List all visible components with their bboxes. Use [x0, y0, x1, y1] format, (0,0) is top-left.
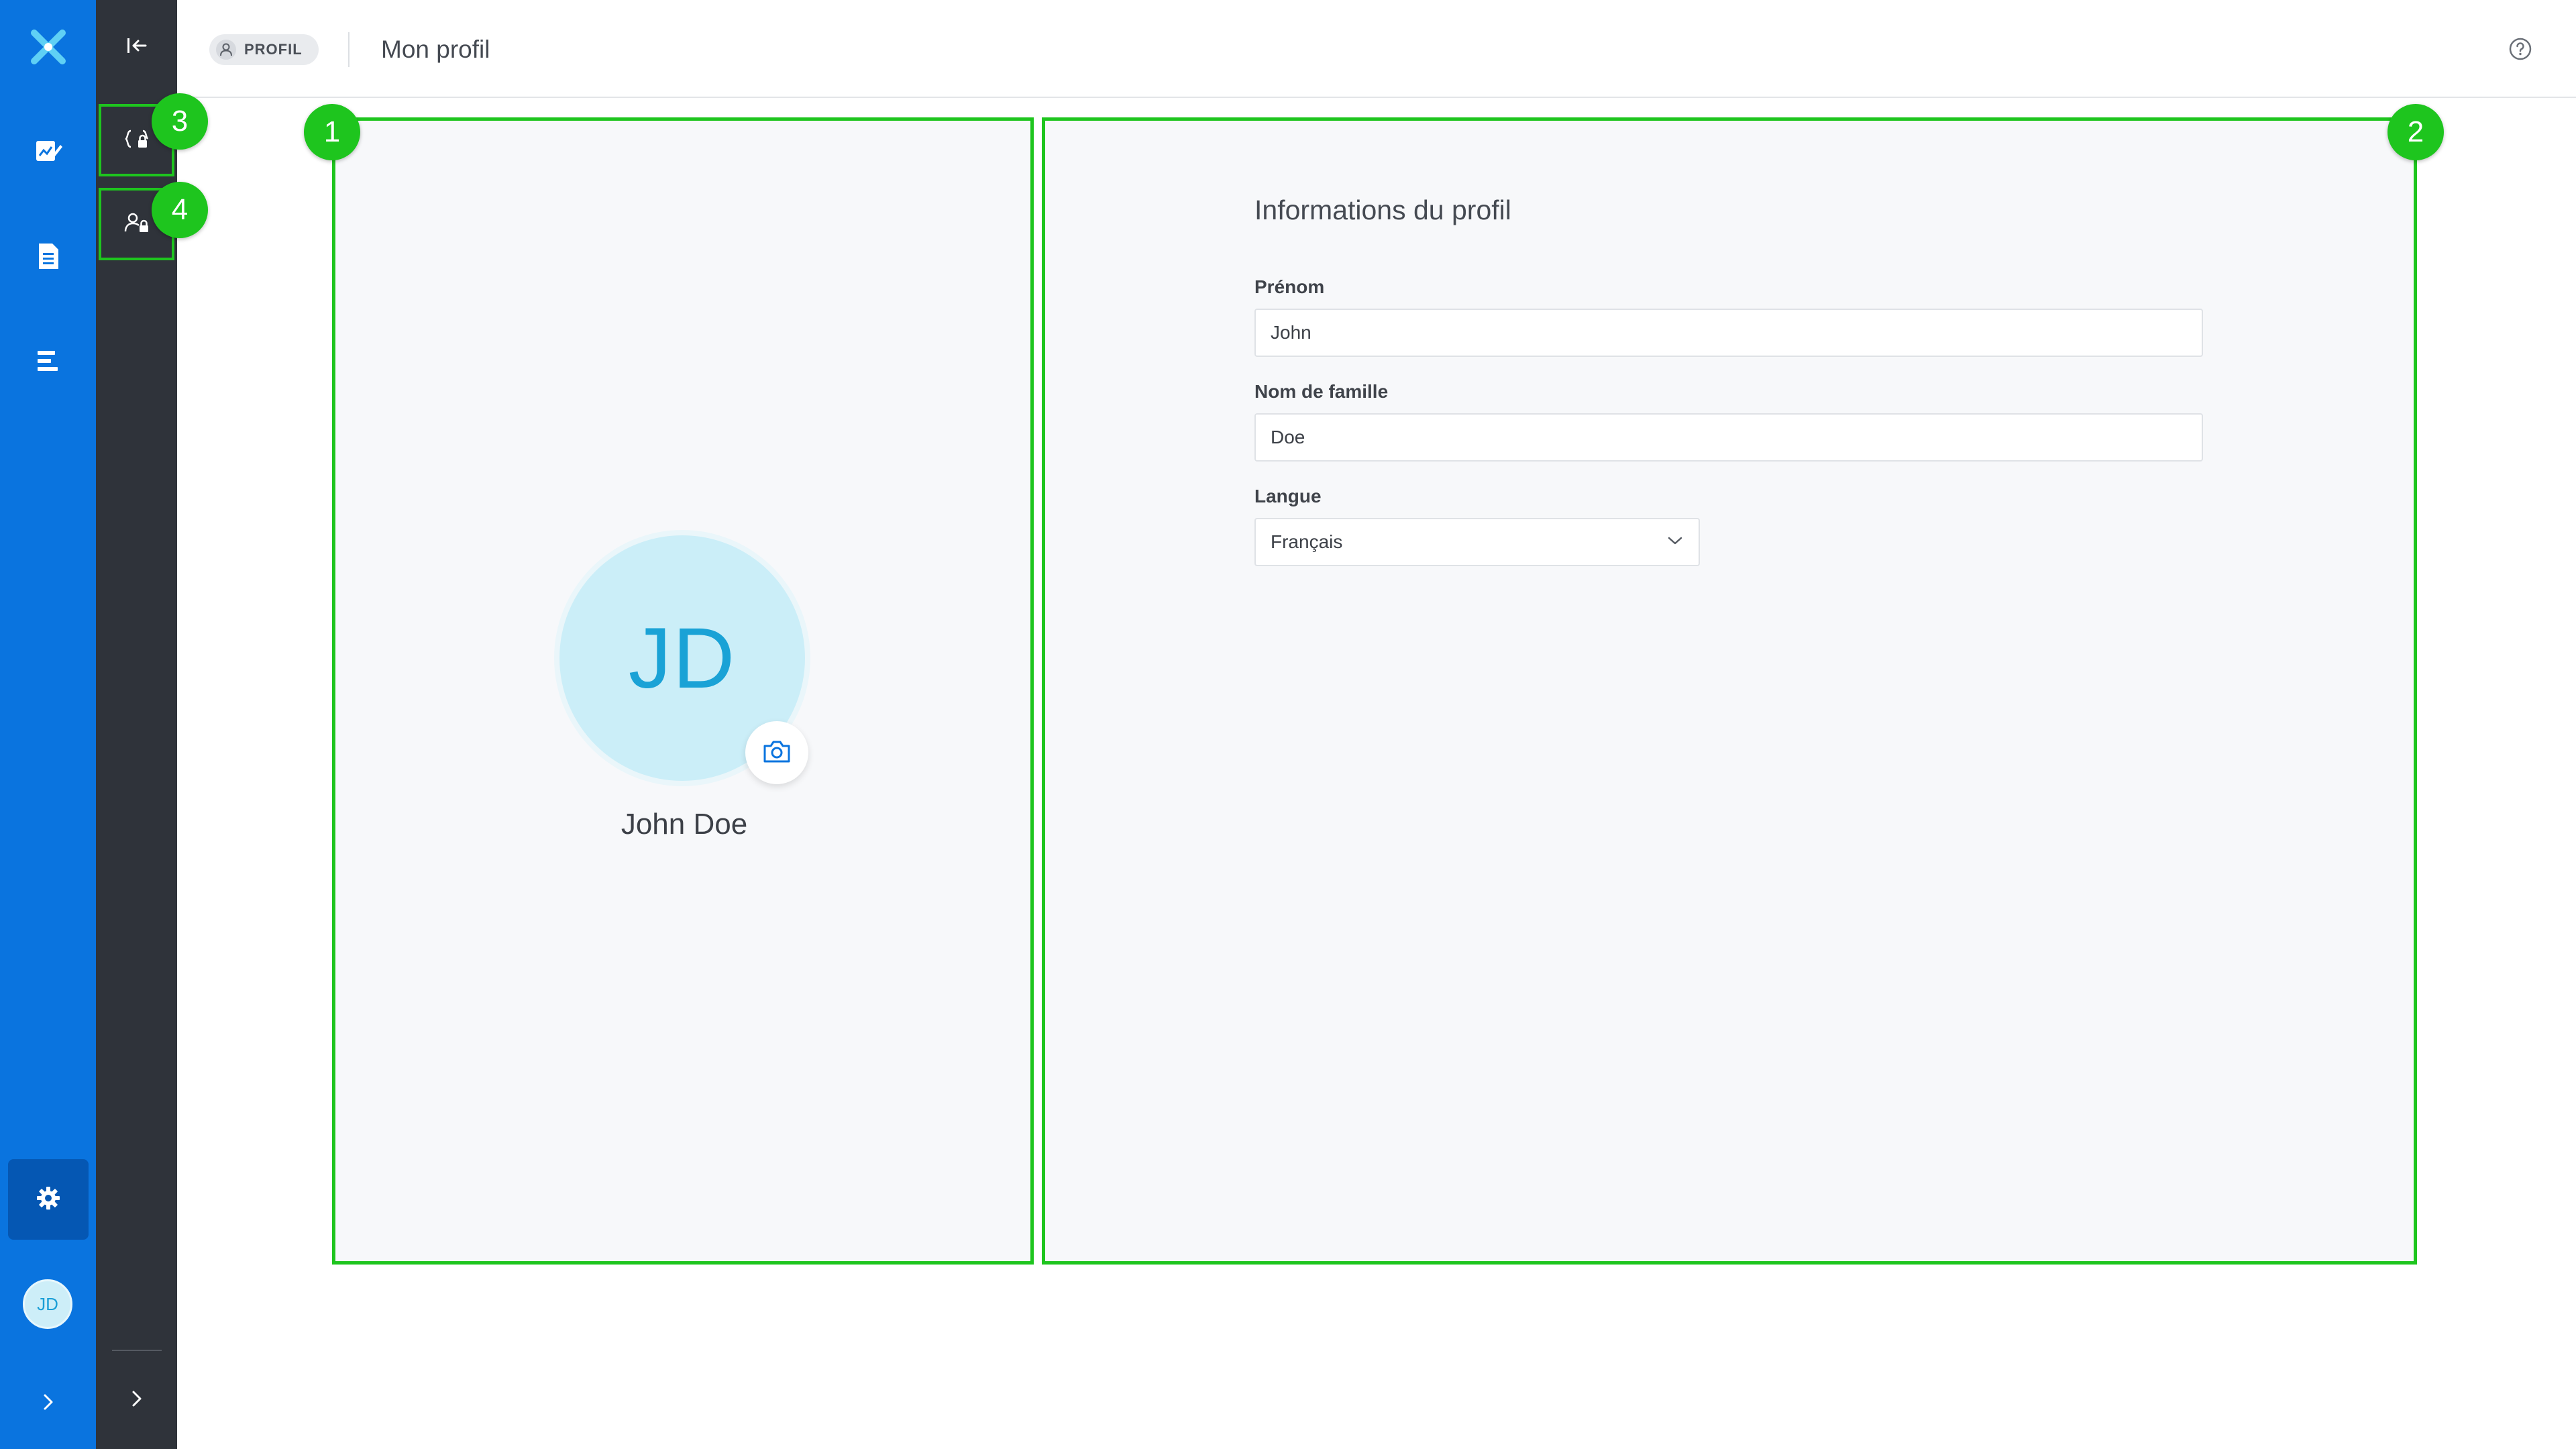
profile-info-panel	[1042, 117, 2417, 1265]
primary-sidebar: JD	[0, 0, 96, 1449]
callout-badge-1: 1	[304, 104, 360, 160]
last-name-label: Nom de famille	[1254, 381, 1389, 402]
form-title: Informations du profil	[1254, 195, 1511, 225]
help-circle-icon[interactable]	[2507, 36, 2534, 62]
collapse-sidebar-button[interactable]	[99, 11, 174, 83]
chevron-right-icon	[40, 1392, 56, 1412]
rail-item-edit-chart[interactable]	[0, 111, 96, 191]
top-bar: PROFIL Mon profil	[177, 0, 2576, 98]
header-divider	[348, 32, 350, 67]
chevron-right-icon	[129, 1389, 145, 1412]
callout-badge-3: 3	[152, 93, 208, 150]
subrail-divider	[112, 1350, 162, 1351]
language-select-value: Français	[1271, 531, 1343, 552]
breadcrumb[interactable]: PROFIL	[209, 34, 319, 65]
code-lock-icon	[124, 128, 149, 153]
collapse-left-icon	[125, 36, 148, 59]
user-icon	[216, 40, 236, 60]
subrail-expand-button[interactable]	[99, 1364, 174, 1436]
user-avatar[interactable]: JD	[23, 1279, 72, 1329]
callout-badge-2: 2	[2387, 104, 2444, 160]
rail-item-list[interactable]	[0, 321, 96, 401]
breadcrumb-label: PROFIL	[244, 41, 303, 58]
camera-icon	[762, 739, 792, 767]
document-icon	[36, 242, 60, 270]
page-title: Mon profil	[381, 36, 490, 63]
change-photo-button[interactable]	[745, 721, 808, 784]
list-icon	[36, 350, 60, 372]
rail-item-document[interactable]	[0, 216, 96, 297]
language-label: Langue	[1254, 486, 1322, 506]
profile-name: John Doe	[621, 808, 748, 841]
gear-icon	[36, 1186, 60, 1214]
edit-chart-icon	[34, 137, 62, 165]
chevron-down-icon	[1666, 535, 1684, 549]
rail-expand-button[interactable]	[0, 1362, 96, 1442]
last-name-field[interactable]	[1254, 413, 2203, 462]
rail-item-settings[interactable]	[8, 1159, 89, 1240]
callout-badge-4: 4	[152, 182, 208, 238]
language-select[interactable]: Français	[1254, 518, 1700, 566]
app-logo-icon[interactable]	[0, 7, 96, 87]
first-name-field[interactable]	[1254, 309, 2203, 357]
first-name-label: Prénom	[1254, 276, 1325, 297]
user-lock-icon	[124, 212, 150, 237]
